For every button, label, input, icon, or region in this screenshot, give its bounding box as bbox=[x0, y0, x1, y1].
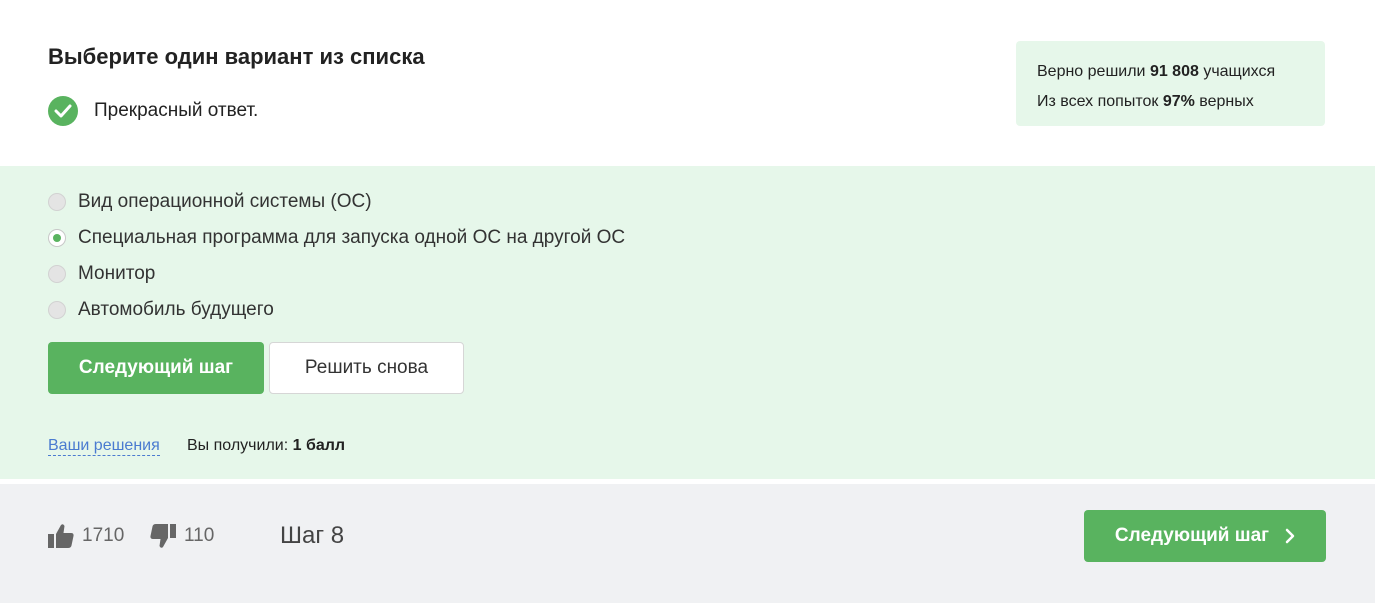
thumbs-up-icon[interactable] bbox=[48, 524, 74, 548]
like-control[interactable]: 1710 bbox=[48, 524, 124, 548]
like-count: 1710 bbox=[82, 525, 125, 546]
step-footer: 1710 110 Шаг 8 Следующий шаг bbox=[0, 484, 1375, 603]
footer-next-step-label: Следующий шаг bbox=[1114, 525, 1270, 546]
stats-solved-prefix: Верно решили bbox=[1037, 63, 1150, 80]
option-label: Вид операционной системы (ОС) bbox=[78, 191, 372, 212]
footer-next-step-button[interactable]: Следующий шаг bbox=[1084, 510, 1326, 562]
dislike-control[interactable]: 110 bbox=[150, 524, 214, 548]
option-label: Специальная программа для запуска одной … bbox=[78, 227, 626, 248]
question-title: Выберите один вариант из списка bbox=[48, 44, 425, 69]
score-prefix: Вы получили: bbox=[187, 437, 293, 454]
radio-button[interactable] bbox=[48, 301, 66, 319]
check-circle-icon bbox=[48, 96, 78, 126]
stats-solved-suffix: учащихся bbox=[1198, 63, 1276, 80]
stats-correct-rate: Из всех попыток 97% верных bbox=[1037, 87, 1325, 117]
options-list: Вид операционной системы (ОС) Специальна… bbox=[48, 184, 625, 328]
dislike-count: 110 bbox=[184, 525, 215, 546]
radio-button[interactable] bbox=[48, 265, 66, 283]
option-item[interactable]: Автомобиль будущего bbox=[48, 292, 625, 328]
step-label: Шаг 8 bbox=[280, 522, 345, 549]
verdict: Прекрасный ответ. bbox=[48, 96, 258, 126]
stats-rate-prefix: Из всех попыток bbox=[1037, 93, 1163, 110]
option-item[interactable]: Монитор bbox=[48, 256, 625, 292]
chevron-right-icon bbox=[1285, 528, 1295, 544]
solve-again-button[interactable]: Решить снова bbox=[269, 342, 464, 394]
stats-rate-suffix: верных bbox=[1194, 93, 1254, 110]
score-text: Вы получили: 1 балл bbox=[187, 436, 345, 455]
stats-solved: Верно решили 91 808 учащихся bbox=[1037, 57, 1325, 87]
radio-button-selected[interactable] bbox=[48, 229, 66, 247]
stats-panel: Верно решили 91 808 учащихся Из всех поп… bbox=[1016, 41, 1325, 126]
stats-solved-count: 91 808 bbox=[1149, 63, 1199, 80]
your-solutions-link[interactable]: Ваши решения bbox=[48, 436, 160, 456]
next-step-button[interactable]: Следующий шаг bbox=[48, 342, 264, 394]
option-item[interactable]: Специальная программа для запуска одной … bbox=[48, 220, 625, 256]
radio-button[interactable] bbox=[48, 193, 66, 211]
option-label: Монитор bbox=[78, 263, 156, 284]
verdict-text: Прекрасный ответ. bbox=[94, 100, 259, 121]
thumbs-down-icon[interactable] bbox=[150, 524, 176, 548]
answer-area: Вид операционной системы (ОС) Специальна… bbox=[0, 166, 1375, 479]
option-label: Автомобиль будущего bbox=[78, 299, 274, 320]
question-header: Выберите один вариант из списка Прекрасн… bbox=[0, 0, 1375, 166]
stats-rate-value: 97% bbox=[1162, 93, 1195, 110]
score-value: 1 балл bbox=[292, 437, 346, 454]
option-item[interactable]: Вид операционной системы (ОС) bbox=[48, 184, 625, 220]
